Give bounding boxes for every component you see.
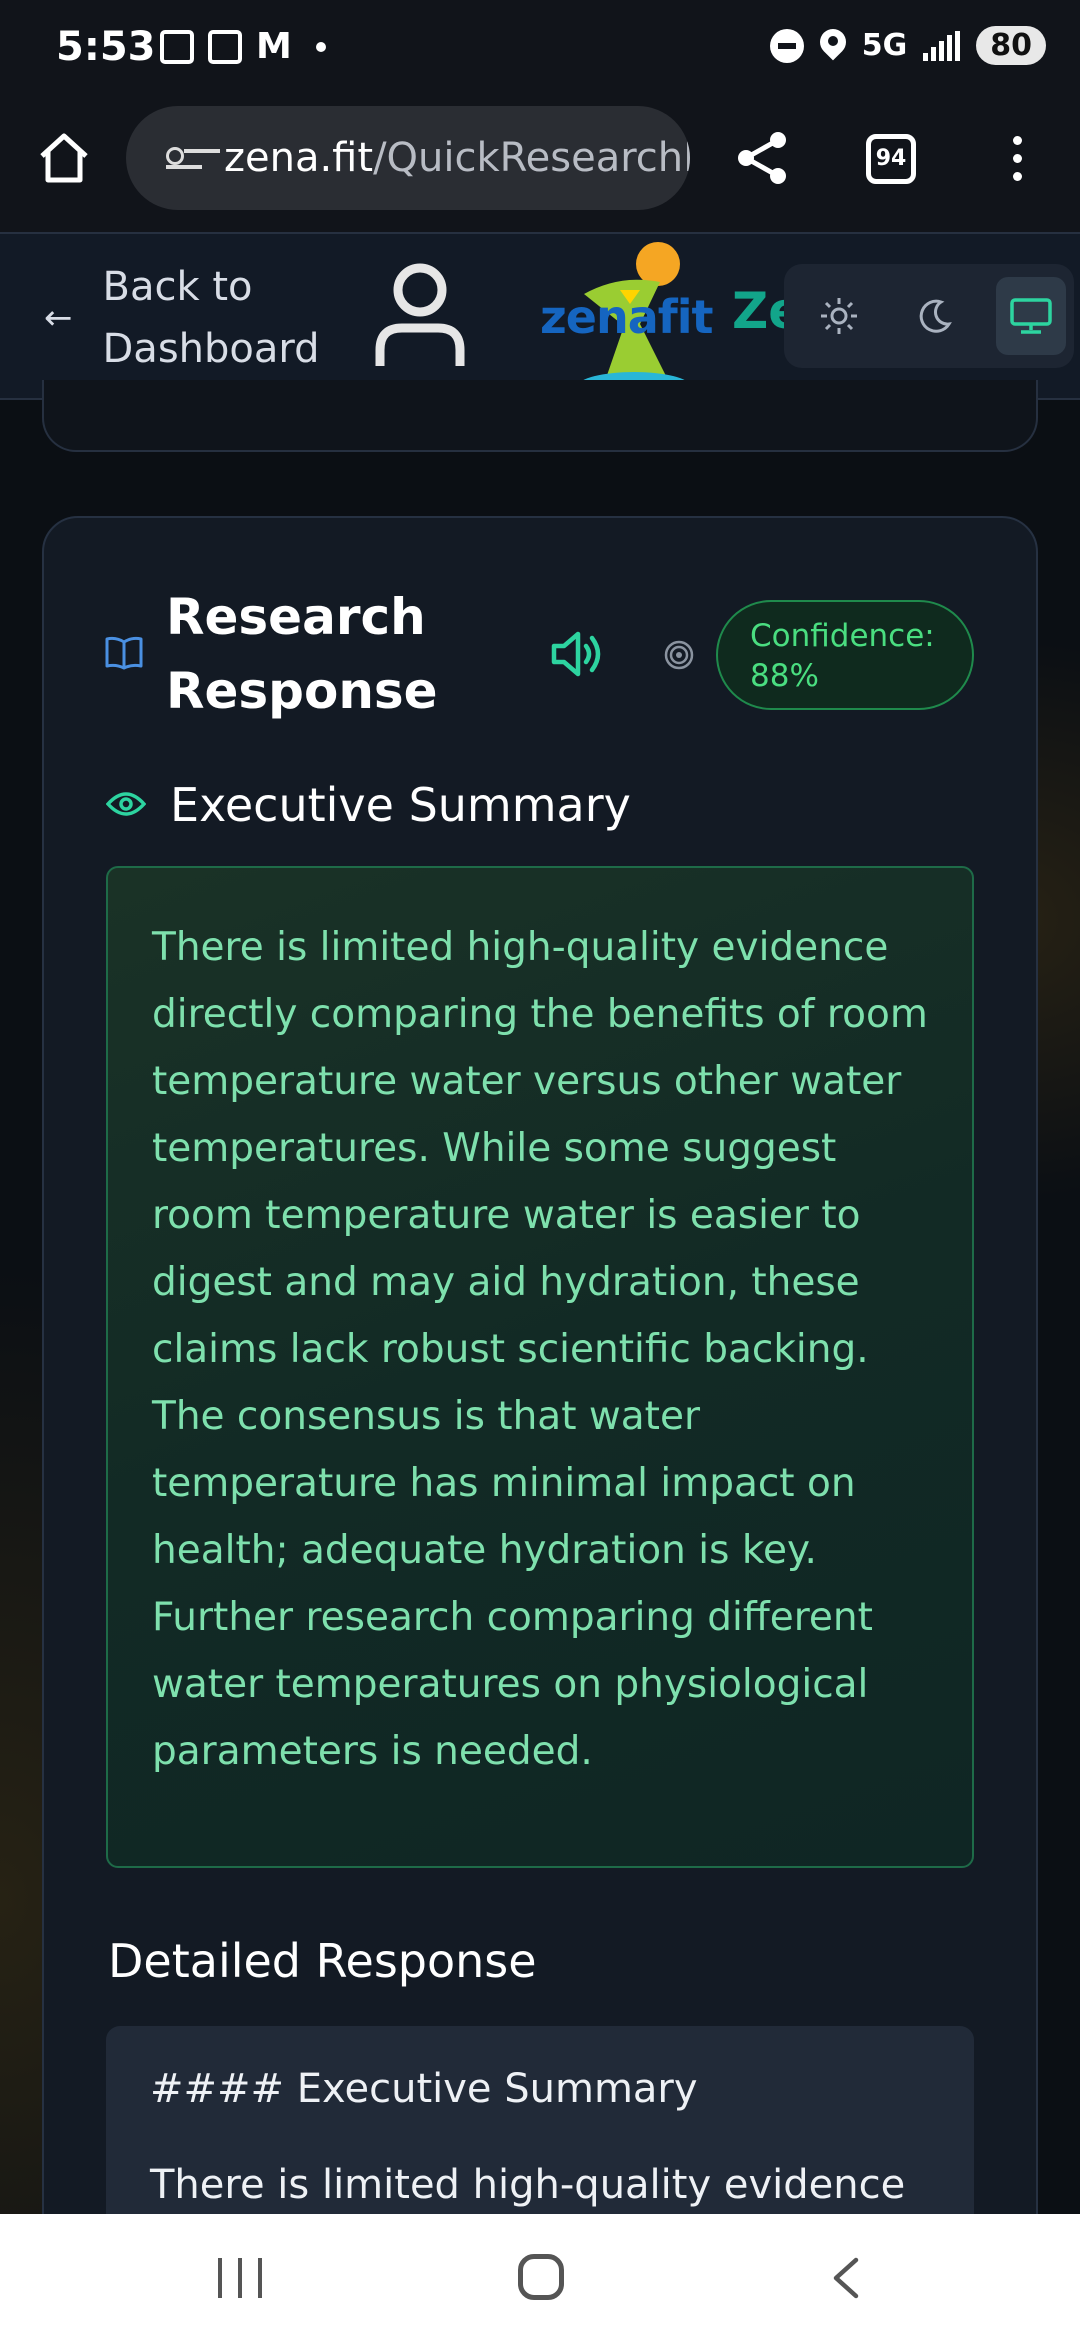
recents-button[interactable]: [218, 2258, 262, 2298]
address-bar[interactable]: zena.fit/QuickResearchF: [126, 106, 690, 210]
status-bar: 5:53 M 5G 80: [0, 0, 1080, 100]
speaker-icon[interactable]: [548, 626, 604, 682]
executive-summary-box: There is limited high-quality evidence d…: [106, 866, 974, 1868]
theme-switcher: [784, 264, 1074, 368]
share-icon[interactable]: [732, 128, 792, 188]
previous-card: [42, 380, 1038, 452]
sun-icon: [821, 298, 857, 334]
screenshot-icon: [208, 30, 242, 64]
executive-summary-heading: Executive Summary: [170, 778, 631, 832]
tune-icon[interactable]: [166, 143, 206, 173]
more-notifications-icon: [315, 42, 326, 52]
back-button[interactable]: [826, 2256, 866, 2300]
app-header: ← Back to Dashboard zenafit Ze: [0, 232, 1080, 400]
eye-icon: [106, 792, 146, 816]
home-icon[interactable]: [36, 130, 92, 186]
url-path: /QuickResearchF: [373, 135, 690, 181]
logo-text: zenafit: [540, 290, 714, 344]
system-theme-button[interactable]: [996, 277, 1066, 355]
light-theme-button[interactable]: [804, 277, 874, 355]
dark-theme-button[interactable]: [900, 277, 970, 355]
signal-icon: [923, 30, 961, 61]
card-title: Research Response: [166, 588, 438, 720]
detailed-response-heading: Detailed Response: [108, 1934, 537, 1988]
network-label: 5G: [861, 28, 908, 63]
news-icon: [160, 30, 194, 64]
tabs-button[interactable]: 94: [866, 134, 916, 184]
target-icon[interactable]: [664, 640, 694, 670]
battery-indicator: 80: [976, 26, 1046, 65]
system-nav-bar: [0, 2214, 1080, 2340]
monitor-icon: [1010, 298, 1052, 334]
notification-icons: M: [160, 26, 326, 67]
back-label: Back to Dashboard: [102, 264, 320, 372]
executive-summary-text: There is limited high-quality evidence d…: [152, 925, 928, 1774]
gmail-icon: M: [256, 26, 292, 67]
back-arrow-icon: ←: [44, 298, 73, 338]
detail-text: There is limited high-quality evidence: [150, 2162, 906, 2208]
url-text: zena.fit/QuickResearchF: [224, 135, 690, 181]
browser-toolbar: zena.fit/QuickResearchF 94: [0, 100, 1080, 232]
book-icon: [105, 636, 143, 670]
url-domain: zena.fit: [224, 135, 374, 181]
zenafit-logo[interactable]: zenafit: [540, 234, 740, 402]
moon-icon: [919, 299, 952, 333]
back-to-dashboard-link[interactable]: ← Back to Dashboard: [44, 256, 333, 380]
confidence-badge: Confidence: 88%: [716, 600, 974, 710]
status-time: 5:53: [56, 24, 156, 70]
detail-markdown-heading: #### Executive Summary: [150, 2066, 698, 2112]
user-icon[interactable]: [372, 260, 468, 370]
location-icon: [820, 29, 846, 63]
home-button[interactable]: [518, 2254, 564, 2300]
more-vert-icon[interactable]: [1010, 136, 1024, 186]
do-not-disturb-icon: [769, 28, 804, 63]
system-icons: 5G 80: [769, 26, 1046, 65]
